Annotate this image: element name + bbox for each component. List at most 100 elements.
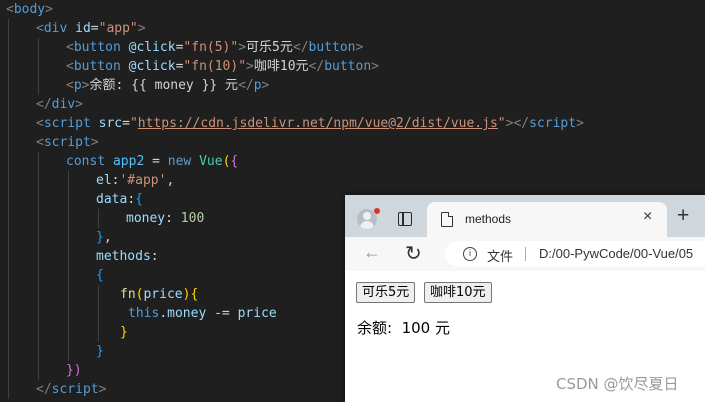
code-token: data <box>96 192 128 207</box>
code-token: -= <box>206 306 238 321</box>
vertical-tabs-icon[interactable] <box>398 212 412 226</box>
code-token: '#app' <box>119 173 167 188</box>
file-label: 文件 <box>487 249 514 264</box>
code-token: < <box>66 59 74 74</box>
balance-text: 余额: 100 元 <box>357 319 450 337</box>
divider <box>525 247 526 261</box>
indent-guide <box>98 285 99 342</box>
code-token: { <box>190 287 199 302</box>
code-token: = <box>122 116 130 131</box>
code-token: const <box>66 154 106 169</box>
reload-icon[interactable]: ↻ <box>405 241 422 266</box>
url-text[interactable]: D:/00-PywCode/00-Vue/05 <box>539 246 693 261</box>
code-token: 余额: {{ money }} 元 <box>89 78 239 93</box>
code-token: < <box>66 78 74 93</box>
code-token: > <box>137 21 146 36</box>
code-token: p <box>253 78 262 93</box>
code-token: script <box>51 382 99 397</box>
address-bar[interactable]: i 文件 D:/00-PywCode/00-Vue/05 <box>445 241 705 267</box>
code-token: } <box>96 344 104 359</box>
code-token: < <box>36 135 44 150</box>
code-line: <button @click="fn(5)">可乐5元</button> <box>66 38 363 57</box>
cola-button[interactable]: 可乐5元 <box>356 282 416 303</box>
close-tab-icon[interactable]: × <box>643 208 652 226</box>
code-token: { <box>96 268 104 283</box>
code-token: > <box>261 78 270 93</box>
info-icon[interactable]: i <box>463 247 477 261</box>
code-line: <div id="app"> <box>36 19 146 38</box>
code-token: div <box>43 21 68 36</box>
code-token: script <box>43 135 91 150</box>
code-token: { <box>135 192 143 207</box>
code-token: > <box>90 135 99 150</box>
code-token: https://cdn.jsdelivr.net/npm/vue@2/dist/… <box>137 116 498 131</box>
code-token: body <box>13 2 46 17</box>
code-line: <body> <box>6 0 53 19</box>
code-token: = <box>144 154 168 169</box>
code-token: > <box>246 59 254 74</box>
code-token: button <box>73 40 121 55</box>
code-token: button <box>73 59 121 74</box>
code-line: </div> <box>36 95 83 114</box>
back-arrow-icon[interactable]: ← <box>363 242 381 263</box>
code-token: } <box>96 230 104 245</box>
code-token: > <box>355 40 364 55</box>
code-token: < <box>36 21 44 36</box>
code-token: }) <box>66 363 82 378</box>
tab-methods[interactable]: methods × <box>427 202 667 237</box>
code-token: 咖啡10元 <box>253 59 309 74</box>
code-token: button <box>308 40 356 55</box>
code-token: " <box>497 116 506 131</box>
coffee-button[interactable]: 咖啡10元 <box>424 282 492 303</box>
code-line: data:{ <box>96 190 143 209</box>
code-token: </ <box>292 40 309 55</box>
indent-guide <box>38 38 39 95</box>
code-token: this <box>128 306 160 321</box>
code-token: < <box>6 2 14 17</box>
avatar-body <box>360 221 374 229</box>
browser-toolbar: ← ↻ i 文件 D:/00-PywCode/00-Vue/05 <box>345 237 705 271</box>
indent-guide <box>8 19 9 399</box>
code-token: </ <box>238 78 254 93</box>
code-token: > <box>371 59 379 74</box>
code-token: 100 <box>180 211 205 226</box>
code-line: <button @click="fn(10)">咖啡10元</button> <box>66 57 379 76</box>
avatar-head <box>363 212 371 220</box>
code-token: . <box>159 306 168 321</box>
indent-guide <box>38 152 39 380</box>
code-token: src <box>98 116 123 131</box>
code-token: 可乐5元 <box>246 40 293 55</box>
code-token: </ <box>36 382 52 397</box>
code-token: " <box>129 116 138 131</box>
code-token: , <box>103 230 112 245</box>
code-line: const app2 = new Vue({ <box>66 152 238 171</box>
code-token: app2 <box>112 154 145 169</box>
code-token: : <box>127 192 136 207</box>
code-line: <script src="https://cdn.jsdelivr.net/np… <box>36 114 584 133</box>
page-icon <box>441 212 453 227</box>
code-token: < <box>36 116 44 131</box>
code-token: price <box>143 287 183 302</box>
code-token: { <box>230 154 239 169</box>
code-token: script <box>529 116 577 131</box>
code-token: "fn(10)" <box>183 59 247 74</box>
code-line: <p>余额: {{ money }} 元</p> <box>66 76 269 95</box>
code-line: } <box>120 323 128 342</box>
code-token: > <box>75 97 83 112</box>
code-token: p <box>73 78 82 93</box>
code-token: el <box>96 173 112 188</box>
code-line: money: 100 <box>126 209 204 228</box>
code-token: money <box>167 306 207 321</box>
new-tab-icon[interactable]: + <box>677 204 689 228</box>
code-token: button <box>324 59 372 74</box>
code-line: methods: <box>96 247 159 266</box>
code-token: , <box>166 173 175 188</box>
code-token: "fn(5)" <box>183 40 239 55</box>
code-token: div <box>51 97 76 112</box>
code-token: : <box>150 249 159 264</box>
code-token: } <box>120 325 128 340</box>
code-token: fn <box>120 287 136 302</box>
